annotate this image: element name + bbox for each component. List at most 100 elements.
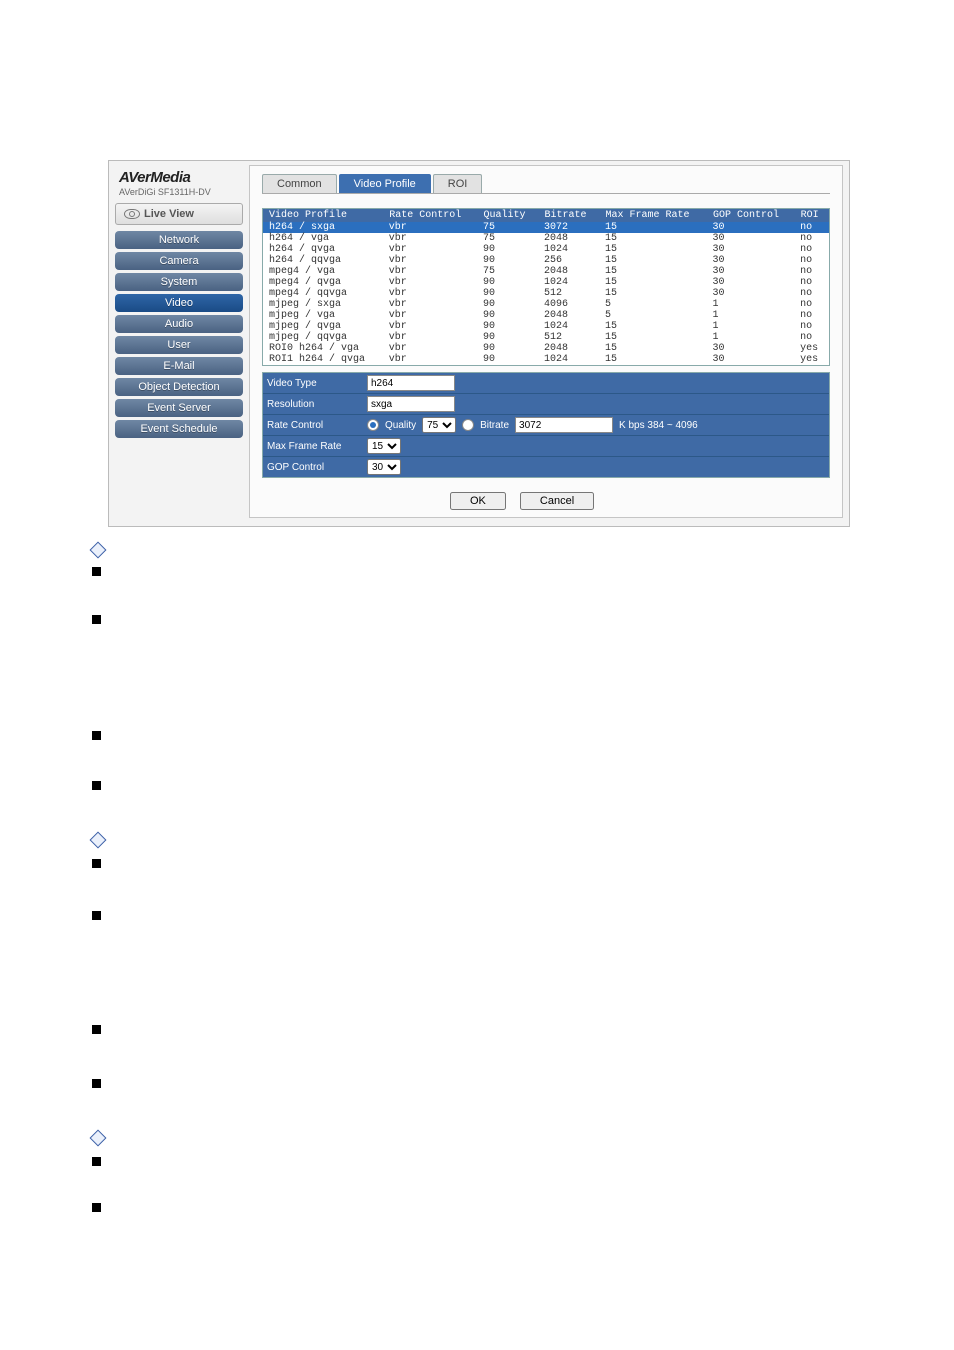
table-cell: 15 (599, 266, 707, 277)
table-cell: 15 (599, 244, 707, 255)
profile-form: Video Type h264 Resolution sxga Rate Con… (262, 372, 830, 478)
table-cell: mjpeg / qvga (263, 321, 383, 332)
table-cell: 90 (477, 277, 538, 288)
table-row[interactable]: h264 / qvgavbr9010241530no (263, 244, 829, 255)
settings-window: AVerMedia AVerDiGi SF1311H-DV Live View … (108, 160, 850, 527)
bullet-square-4 (92, 778, 107, 792)
table-cell: 2048 (538, 343, 599, 354)
table-cell: 30 (706, 233, 794, 244)
table-cell: 2048 (538, 233, 599, 244)
bullet-square-5 (92, 856, 107, 870)
table-cell: mjpeg / sxga (263, 299, 383, 310)
table-row[interactable]: mjpeg / qqvgavbr90512151no (263, 332, 829, 343)
table-cell: vbr (383, 354, 477, 365)
sidebar-item-video[interactable]: Video (115, 294, 243, 312)
bullet-square-10 (92, 1200, 107, 1214)
table-cell: h264 / qqvga (263, 255, 383, 266)
table-row[interactable]: mpeg4 / qqvgavbr905121530no (263, 288, 829, 299)
table-cell: 5 (599, 310, 707, 321)
sidebar-item-object-detection[interactable]: Object Detection (115, 378, 243, 396)
table-row[interactable]: ROI1 h264 / qvgavbr9010241530yes (263, 354, 829, 365)
col-header: ROI (794, 209, 828, 222)
table-row[interactable]: h264 / qqvgavbr902561530no (263, 255, 829, 266)
table-row[interactable]: mjpeg / sxgavbr90409651no (263, 299, 829, 310)
table-cell: 90 (477, 255, 538, 266)
footer-buttons: OK Cancel (450, 492, 842, 510)
sidebar-item-system[interactable]: System (115, 273, 243, 291)
table-cell: 90 (477, 288, 538, 299)
table-row[interactable]: mpeg4 / vgavbr7520481530no (263, 266, 829, 277)
tab-common[interactable]: Common (262, 174, 337, 193)
col-header: Max Frame Rate (599, 209, 707, 222)
sidebar-item-network[interactable]: Network (115, 231, 243, 249)
sidebar-item-event-server[interactable]: Event Server (115, 399, 243, 417)
table-cell: no (794, 266, 828, 277)
quality-label: Quality (385, 420, 416, 431)
radio-bitrate[interactable] (462, 419, 474, 431)
bullet-square-1 (92, 564, 107, 578)
table-cell: 90 (477, 310, 538, 321)
quality-select[interactable]: 75 (422, 417, 456, 433)
sidebar-item-e-mail[interactable]: E-Mail (115, 357, 243, 375)
table-cell: 1024 (538, 321, 599, 332)
label-rate-control: Rate Control (267, 420, 361, 431)
table-cell: 15 (599, 233, 707, 244)
radio-quality[interactable] (367, 419, 379, 431)
table-cell: vbr (383, 310, 477, 321)
value-resolution: sxga (367, 396, 455, 412)
table-row[interactable]: mpeg4 / qvgavbr9010241530no (263, 277, 829, 288)
table-row[interactable]: mjpeg / qvgavbr901024151no (263, 321, 829, 332)
table-cell: yes (794, 354, 828, 365)
ok-button[interactable]: OK (450, 492, 506, 510)
table-cell: h264 / vga (263, 233, 383, 244)
table-cell: no (794, 277, 828, 288)
gop-control-select[interactable]: 30 (367, 459, 401, 475)
table-cell: no (794, 233, 828, 244)
cancel-button[interactable]: Cancel (520, 492, 594, 510)
content-pane: CommonVideo ProfileROI Video ProfileRate… (249, 165, 843, 518)
table-cell: 15 (599, 288, 707, 299)
profile-table[interactable]: Video ProfileRate ControlQualityBitrateM… (263, 209, 829, 365)
table-cell: 15 (599, 255, 707, 266)
sidebar-item-event-schedule[interactable]: Event Schedule (115, 420, 243, 438)
sidebar-item-user[interactable]: User (115, 336, 243, 354)
row-max-frame-rate: Max Frame Rate 15 (263, 436, 829, 457)
table-cell: mpeg4 / qqvga (263, 288, 383, 299)
table-cell: vbr (383, 299, 477, 310)
row-video-type: Video Type h264 (263, 373, 829, 394)
table-cell: 15 (599, 222, 707, 233)
table-row[interactable]: h264 / vgavbr7520481530no (263, 233, 829, 244)
table-cell: 1 (706, 299, 794, 310)
table-cell: 256 (538, 255, 599, 266)
sidebar-item-audio[interactable]: Audio (115, 315, 243, 333)
bitrate-input[interactable]: 3072 (515, 417, 613, 433)
table-cell: 90 (477, 244, 538, 255)
table-cell: no (794, 321, 828, 332)
bullet-diamond-1 (92, 544, 110, 559)
label-video-type: Video Type (267, 378, 361, 389)
label-max-frame-rate: Max Frame Rate (267, 441, 361, 452)
tab-roi[interactable]: ROI (433, 174, 483, 193)
tab-video-profile[interactable]: Video Profile (339, 174, 431, 193)
live-view-label: Live View (144, 208, 194, 220)
table-cell: 15 (599, 354, 707, 365)
table-cell: vbr (383, 222, 477, 233)
profile-table-wrap: Video ProfileRate ControlQualityBitrateM… (262, 208, 830, 366)
sidebar-item-camera[interactable]: Camera (115, 252, 243, 270)
table-row[interactable]: mjpeg / vgavbr90204851no (263, 310, 829, 321)
table-cell: mpeg4 / qvga (263, 277, 383, 288)
brand-logo: AVerMedia (119, 169, 243, 186)
table-cell: 30 (706, 354, 794, 365)
value-video-type: h264 (367, 375, 455, 391)
table-cell: 3072 (538, 222, 599, 233)
live-view-button[interactable]: Live View (115, 203, 243, 225)
max-frame-rate-select[interactable]: 15 (367, 438, 401, 454)
bitrate-label: Bitrate (480, 420, 509, 431)
row-rate-control: Rate Control Quality 75 Bitrate 3072 K b… (263, 415, 829, 436)
table-row[interactable]: h264 / sxgavbr7530721530no (263, 222, 829, 233)
table-cell: 90 (477, 343, 538, 354)
table-cell: 75 (477, 266, 538, 277)
table-row[interactable]: ROI0 h264 / vgavbr9020481530yes (263, 343, 829, 354)
table-cell: 1 (706, 310, 794, 321)
table-cell: vbr (383, 288, 477, 299)
